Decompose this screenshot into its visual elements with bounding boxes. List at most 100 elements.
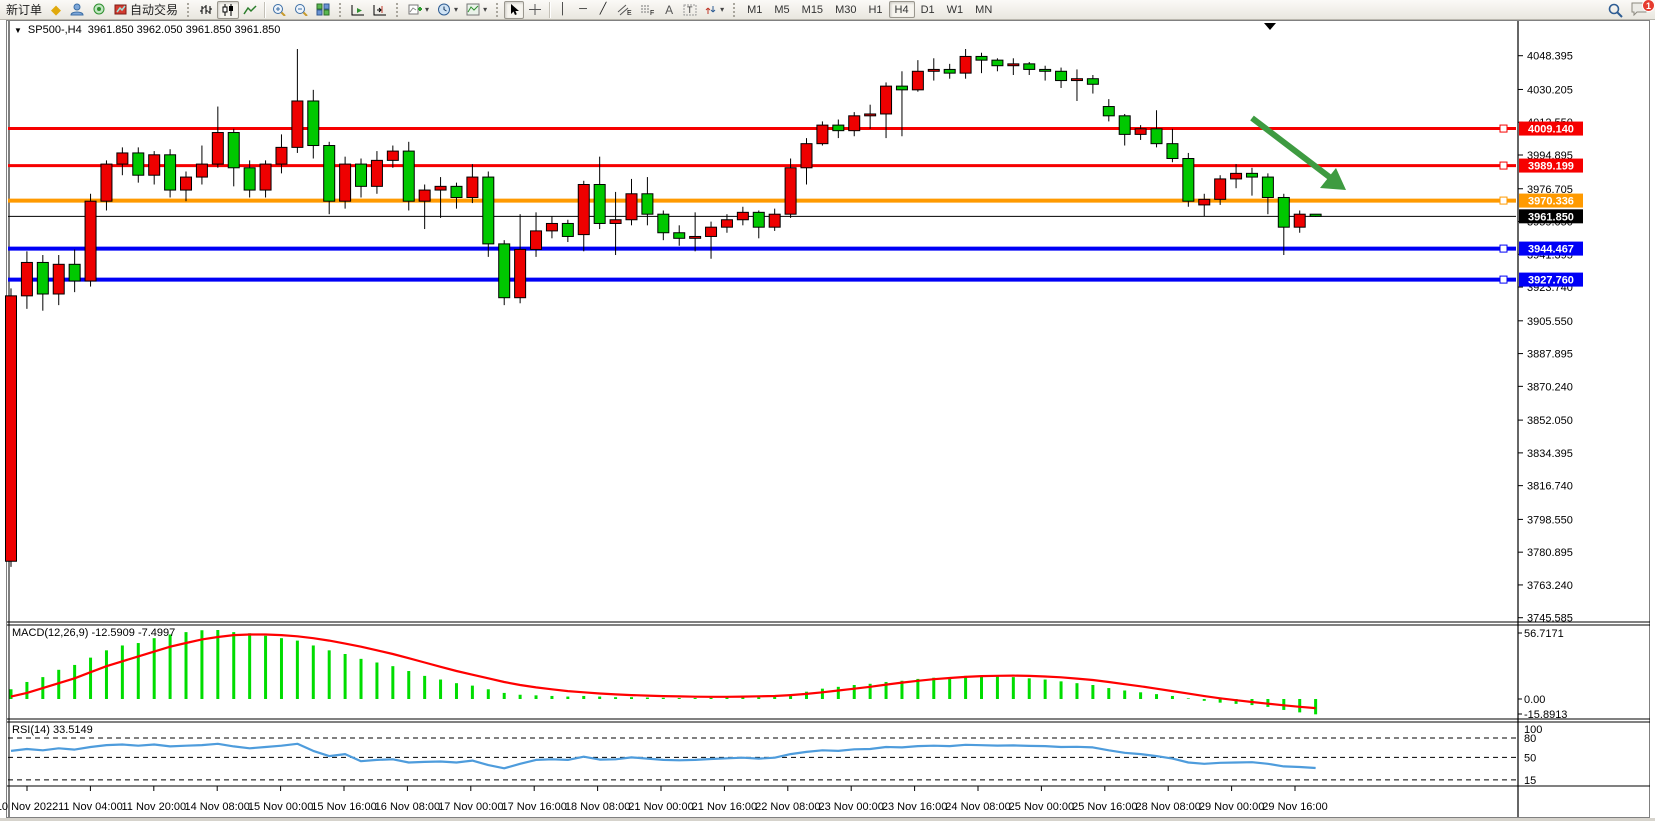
candle-body	[865, 114, 876, 116]
svg-text:4030.205: 4030.205	[1527, 84, 1573, 96]
candle-body	[276, 147, 287, 164]
line-handle[interactable]	[1500, 276, 1507, 283]
svg-text:3989.199: 3989.199	[1528, 161, 1574, 173]
candle-body	[1087, 79, 1098, 85]
svg-text:24 Nov 08:00: 24 Nov 08:00	[945, 801, 1010, 813]
chart-title: ▼ SP500-,H4 3961.850 3962.050 3961.850 3…	[14, 23, 280, 37]
candle-body	[324, 146, 335, 202]
svg-text:16 Nov 08:00: 16 Nov 08:00	[375, 801, 440, 813]
svg-text:23 Nov 16:00: 23 Nov 16:00	[882, 801, 947, 813]
candle-body	[881, 86, 892, 114]
candle-body	[515, 249, 526, 297]
candle-body	[737, 212, 748, 219]
candle-body	[467, 177, 478, 197]
candle-body	[1262, 177, 1273, 197]
candle-body	[6, 296, 17, 561]
candle-body	[69, 264, 80, 281]
svg-text:21 Nov 16:00: 21 Nov 16:00	[692, 801, 757, 813]
candle-body	[753, 212, 764, 227]
candle-body	[1024, 64, 1035, 70]
macd-indicator-label: MACD(12,26,9) -12.5909 -7.4997	[12, 627, 175, 639]
candle-body	[340, 164, 351, 201]
svg-text:25 Nov 16:00: 25 Nov 16:00	[1072, 801, 1137, 813]
candle-body	[244, 168, 255, 190]
candle-body	[594, 184, 605, 223]
candle-body	[1231, 173, 1242, 179]
svg-text:25 Nov 00:00: 25 Nov 00:00	[1009, 801, 1074, 813]
svg-text:3763.240: 3763.240	[1527, 580, 1573, 592]
candle-body	[944, 69, 955, 73]
candle-body	[483, 177, 494, 244]
candle-body	[1183, 159, 1194, 202]
candle-body	[785, 168, 796, 214]
svg-text:17 Nov 00:00: 17 Nov 00:00	[438, 801, 503, 813]
svg-text:4048.395: 4048.395	[1527, 51, 1573, 63]
candle-body	[308, 101, 319, 146]
chart-title-ohlc: 3961.850 3962.050 3961.850 3961.850	[88, 24, 281, 36]
chart-title-symbol: SP500-,H4	[28, 24, 82, 36]
candle-body	[849, 116, 860, 131]
candle-body	[1310, 214, 1321, 216]
svg-text:3834.395: 3834.395	[1527, 448, 1573, 460]
candle-body	[181, 177, 192, 190]
svg-text:3852.050: 3852.050	[1527, 415, 1573, 427]
svg-text:17 Nov 16:00: 17 Nov 16:00	[501, 801, 566, 813]
line-handle[interactable]	[1500, 162, 1507, 169]
svg-text:56.7171: 56.7171	[1524, 628, 1564, 640]
svg-text:3745.585: 3745.585	[1527, 613, 1573, 625]
candle-body	[801, 144, 812, 168]
candle-body	[769, 214, 780, 227]
svg-text:15 Nov 00:00: 15 Nov 00:00	[248, 801, 313, 813]
svg-text:28 Nov 08:00: 28 Nov 08:00	[1135, 801, 1200, 813]
line-handle[interactable]	[1500, 125, 1507, 132]
svg-text:4009.140: 4009.140	[1528, 124, 1574, 136]
candle-body	[451, 186, 462, 197]
candle-body	[212, 133, 223, 165]
candle-body	[976, 56, 987, 60]
candle-body	[1071, 79, 1082, 81]
candle-body	[1167, 144, 1178, 159]
svg-text:3887.895: 3887.895	[1527, 349, 1573, 361]
svg-text:3816.740: 3816.740	[1527, 481, 1573, 493]
candle-body	[658, 214, 669, 233]
line-handle[interactable]	[1500, 245, 1507, 252]
svg-text:29 Nov 00:00: 29 Nov 00:00	[1199, 801, 1264, 813]
candle-body	[165, 155, 176, 190]
svg-text:10 Nov 2022: 10 Nov 2022	[0, 801, 58, 813]
svg-text:80: 80	[1524, 733, 1536, 745]
candle-body	[403, 151, 414, 201]
candle-body	[1135, 129, 1146, 135]
svg-text:15: 15	[1524, 775, 1536, 787]
svg-text:14 Nov 08:00: 14 Nov 08:00	[184, 801, 249, 813]
line-handle[interactable]	[1500, 197, 1507, 204]
svg-text:3970.336: 3970.336	[1528, 196, 1574, 208]
candle-body	[1215, 179, 1226, 199]
candle-body	[419, 190, 430, 201]
rsi-indicator-label: RSI(14) 33.5149	[12, 724, 93, 736]
chart-canvas[interactable]: 4048.3954030.2054012.5503994.8953976.705…	[0, 0, 1655, 821]
candle-body	[228, 133, 239, 168]
svg-text:3870.240: 3870.240	[1527, 381, 1573, 393]
candle-body	[53, 264, 64, 294]
candle-body	[101, 164, 112, 201]
candle-body	[356, 164, 367, 186]
candle-body	[546, 223, 557, 230]
candle-body	[371, 160, 382, 186]
candle-body	[674, 233, 685, 239]
mt4-window: 新订单 ◆ 自动交易	[0, 0, 1655, 821]
one-click-collapse-icon[interactable]: ▼	[14, 26, 22, 35]
candle-body	[1151, 129, 1162, 144]
svg-text:0.00: 0.00	[1524, 694, 1545, 706]
candle-body	[578, 184, 589, 234]
svg-text:29 Nov 16:00: 29 Nov 16:00	[1262, 801, 1327, 813]
candle-body	[1199, 199, 1210, 205]
candle-body	[721, 220, 732, 227]
candle-body	[642, 194, 653, 214]
candle-body	[1103, 107, 1114, 116]
candle-body	[1040, 69, 1051, 71]
svg-text:3961.850: 3961.850	[1528, 211, 1574, 223]
candle-body	[706, 227, 717, 236]
candle-body	[260, 164, 271, 190]
svg-text:11 Nov 04:00: 11 Nov 04:00	[58, 801, 123, 813]
svg-text:15 Nov 16:00: 15 Nov 16:00	[311, 801, 376, 813]
